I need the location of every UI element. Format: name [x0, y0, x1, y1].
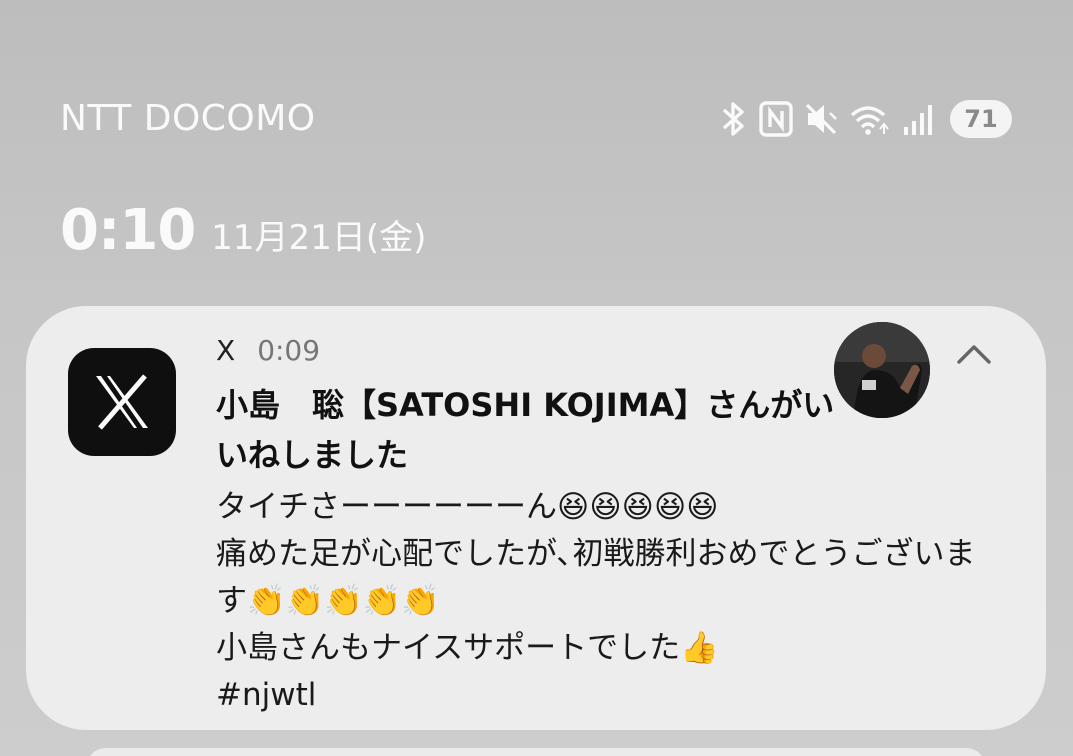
collapse-chevron-icon[interactable] — [952, 336, 996, 372]
body-line: 痛めた足が心配でしたが､初戦勝利おめでとうございま — [216, 536, 976, 572]
notification-time: 0:09 — [257, 334, 321, 367]
signal-icon — [902, 99, 934, 139]
lockscreen-clock: 0:10 11月21日(金) — [60, 198, 426, 263]
nfc-icon — [758, 99, 794, 139]
body-line: タイチさーーーーーーん😆😆😆😆😆 — [216, 489, 719, 525]
mute-vibrate-icon — [804, 99, 838, 139]
status-icons: 71 — [718, 96, 1012, 142]
app-name: X — [216, 334, 236, 367]
body-line: す👏👏👏👏👏 — [216, 583, 440, 619]
status-bar: NTT DOCOMO 71 — [0, 0, 1073, 170]
next-notification-card[interactable] — [86, 748, 986, 756]
battery-indicator: 71 — [950, 100, 1012, 138]
clock-time: 0:10 — [60, 198, 196, 263]
notification-card[interactable]: X 0:09 小島 聡【SATOSHI KOJIMA】さんがいいねしました タイ… — [26, 306, 1046, 730]
notification-body: タイチさーーーーーーん😆😆😆😆😆 痛めた足が心配でしたが､初戦勝利おめでとうござ… — [216, 484, 1016, 719]
bluetooth-icon — [718, 99, 748, 139]
body-line: #njwtl — [216, 677, 317, 713]
wifi-icon — [848, 99, 892, 139]
notification-header: X 0:09 — [216, 334, 320, 367]
x-app-icon — [68, 348, 176, 456]
carrier-name: NTT DOCOMO — [60, 98, 316, 139]
notification-title: 小島 聡【SATOSHI KOJIMA】さんがいいねしました — [216, 386, 835, 474]
body-line: 小島さんもナイスサポートでした👍 — [216, 630, 719, 666]
clock-date: 11月21日(金) — [211, 218, 427, 258]
